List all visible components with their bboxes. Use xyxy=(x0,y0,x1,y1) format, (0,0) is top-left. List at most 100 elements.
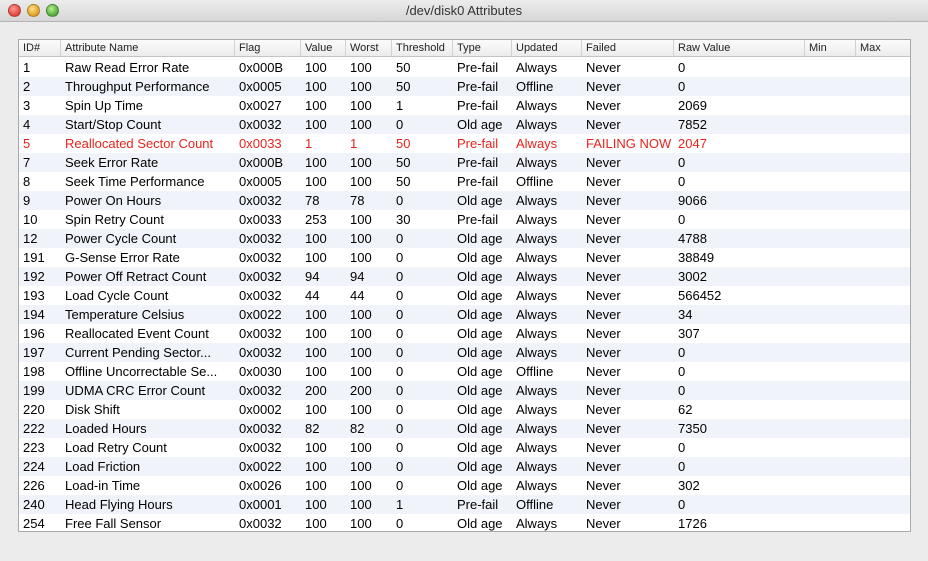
column-header-worst[interactable]: Worst xyxy=(346,40,392,56)
column-header-failed[interactable]: Failed xyxy=(582,40,674,56)
cell-value: 100 xyxy=(305,497,327,512)
table-row[interactable]: 222 Loaded Hours 0x0032 82 82 0 Old age Always N… xyxy=(19,419,910,438)
cell-worst: 100 xyxy=(350,364,372,379)
cell-failed: Never xyxy=(586,117,621,132)
cell-max xyxy=(859,514,907,531)
table-row[interactable]: 254 Free Fall Sensor 0x0032 100 100 0 Old age A… xyxy=(19,514,910,531)
table-row[interactable]: 193 Load Cycle Count 0x0032 44 44 0 Old age Alw… xyxy=(19,286,910,305)
column-header-updated[interactable]: Updated xyxy=(512,40,582,56)
table-row[interactable]: 194 Temperature Celsius 0x0022 100 100 0 Old a… xyxy=(19,305,910,324)
cell-failed: Never xyxy=(586,516,621,531)
cell-attribute-name: Raw Read Error Rate xyxy=(65,60,190,75)
table-row[interactable]: 1 Raw Read Error Rate 0x000B 100 100 50 Pre-fa… xyxy=(19,58,910,77)
cell-raw-value: 0 xyxy=(678,174,686,189)
table-row[interactable]: 10 Spin Retry Count 0x0033 253 100 30 Pre-fail… xyxy=(19,210,910,229)
cell-value: 100 xyxy=(305,117,327,132)
cell-attribute-name: Throughput Performance xyxy=(65,79,210,94)
cell-value: 1 xyxy=(305,136,313,151)
table-row[interactable]: 197 Current Pending Sector... 0x0032 100 100… xyxy=(19,343,910,362)
cell-flag: 0x0005 xyxy=(239,79,282,94)
table-row[interactable]: 4 Start/Stop Count 0x0032 100 100 0 Old age Alw… xyxy=(19,115,910,134)
cell-value: 100 xyxy=(305,516,327,531)
cell-value: 100 xyxy=(305,402,327,417)
cell-type: Pre-fail xyxy=(457,155,499,170)
cell-flag: 0x0032 xyxy=(239,288,282,303)
cell-attribute-name: Power Off Retract Count xyxy=(65,269,207,284)
cell-id: 9 xyxy=(23,193,31,208)
cell-max xyxy=(859,115,907,134)
cell-attribute-name: Loaded Hours xyxy=(65,421,147,436)
cell-type: Old age xyxy=(457,307,503,322)
cell-worst: 100 xyxy=(350,174,372,189)
cell-type: Old age xyxy=(457,117,503,132)
table-row[interactable]: 192 Power Off Retract Count 0x0032 94 94 0 Old… xyxy=(19,267,910,286)
table-row[interactable]: 8 Seek Time Performance 0x0005 100 100 50 Pre-… xyxy=(19,172,910,191)
table-row[interactable]: 12 Power Cycle Count 0x0032 100 100 0 Old age A… xyxy=(19,229,910,248)
column-header-min[interactable]: Min xyxy=(805,40,856,56)
table-row[interactable]: 199 UDMA CRC Error Count 0x0032 200 200 0 Old … xyxy=(19,381,910,400)
table-row[interactable]: 226 Load-in Time 0x0026 100 100 0 Old age Alway… xyxy=(19,476,910,495)
cell-threshold: 50 xyxy=(396,174,411,189)
table-row[interactable]: 223 Load Retry Count 0x0032 100 100 0 Old age A… xyxy=(19,438,910,457)
table-row[interactable]: 220 Disk Shift 0x0002 100 100 0 Old age Always N… xyxy=(19,400,910,419)
column-header-id[interactable]: ID# xyxy=(19,40,61,56)
cell-failed: Never xyxy=(586,364,621,379)
cell-threshold: 0 xyxy=(396,193,404,208)
table-row[interactable]: 224 Load Friction 0x0022 100 100 0 Old age Alwa… xyxy=(19,457,910,476)
cell-worst: 82 xyxy=(350,421,365,436)
cell-threshold: 1 xyxy=(396,98,404,113)
column-header-raw-value[interactable]: Raw Value xyxy=(674,40,805,56)
cell-min xyxy=(809,153,857,172)
table-row[interactable]: 240 Head Flying Hours 0x0001 100 100 1 Pre-fai… xyxy=(19,495,910,514)
cell-updated: Always xyxy=(516,383,558,398)
cell-threshold: 50 xyxy=(396,155,411,170)
cell-attribute-name: Load-in Time xyxy=(65,478,141,493)
cell-raw-value: 2069 xyxy=(678,98,707,113)
cell-worst: 100 xyxy=(350,117,372,132)
cell-min xyxy=(809,419,857,438)
table-row[interactable]: 196 Reallocated Event Count 0x0032 100 100 0 O… xyxy=(19,324,910,343)
column-header-attribute-name[interactable]: Attribute Name xyxy=(61,40,235,56)
cell-type: Old age xyxy=(457,478,503,493)
cell-min xyxy=(809,267,857,286)
column-header-max[interactable]: Max xyxy=(856,40,910,56)
cell-min xyxy=(809,381,857,400)
cell-attribute-name: Load Cycle Count xyxy=(65,288,169,303)
cell-attribute-name: Free Fall Sensor xyxy=(65,516,162,531)
cell-attribute-name: Load Retry Count xyxy=(65,440,167,455)
cell-updated: Always xyxy=(516,440,558,455)
cell-worst: 1 xyxy=(350,136,358,151)
table-row[interactable]: 7 Seek Error Rate 0x000B 100 100 50 Pre-fail Al… xyxy=(19,153,910,172)
cell-threshold: 0 xyxy=(396,345,404,360)
cell-id: 220 xyxy=(23,402,45,417)
cell-threshold: 0 xyxy=(396,440,404,455)
table-row[interactable]: 9 Power On Hours 0x0032 78 78 0 Old age Always N… xyxy=(19,191,910,210)
cell-id: 192 xyxy=(23,269,45,284)
table-row[interactable]: 3 Spin Up Time 0x0027 100 100 1 Pre-fail Always… xyxy=(19,96,910,115)
column-header-value[interactable]: Value xyxy=(301,40,346,56)
table-row[interactable]: 191 G-Sense Error Rate 0x0032 100 100 0 Old ag… xyxy=(19,248,910,267)
column-header-type[interactable]: Type xyxy=(453,40,512,56)
table-row[interactable]: 2 Throughput Performance 0x0005 100 100 50 Pre… xyxy=(19,77,910,96)
column-header-flag[interactable]: Flag xyxy=(235,40,301,56)
cell-worst: 100 xyxy=(350,307,372,322)
cell-id: 194 xyxy=(23,307,45,322)
cell-raw-value: 0 xyxy=(678,459,686,474)
cell-flag: 0x0027 xyxy=(239,98,282,113)
window-title: /dev/disk0 Attributes xyxy=(405,3,523,18)
cell-type: Old age xyxy=(457,364,503,379)
cell-raw-value: 4788 xyxy=(678,231,707,246)
cell-type: Old age xyxy=(457,459,503,474)
cell-max xyxy=(859,77,907,96)
cell-min xyxy=(809,77,857,96)
cell-threshold: 0 xyxy=(396,269,404,284)
cell-threshold: 0 xyxy=(396,117,404,132)
cell-value: 100 xyxy=(305,60,327,75)
cell-value: 100 xyxy=(305,326,327,341)
column-header-threshold[interactable]: Threshold xyxy=(392,40,453,56)
cell-flag: 0x0002 xyxy=(239,402,282,417)
cell-worst: 100 xyxy=(350,155,372,170)
attributes-table[interactable]: ID# Attribute Name Flag Value Worst Thre… xyxy=(18,39,911,532)
table-row[interactable]: 5 Reallocated Sector Count 0x0033 1 1 50 Pre-f… xyxy=(19,134,910,153)
table-row[interactable]: 198 Offline Uncorrectable Se... 0x0030 100 1… xyxy=(19,362,910,381)
